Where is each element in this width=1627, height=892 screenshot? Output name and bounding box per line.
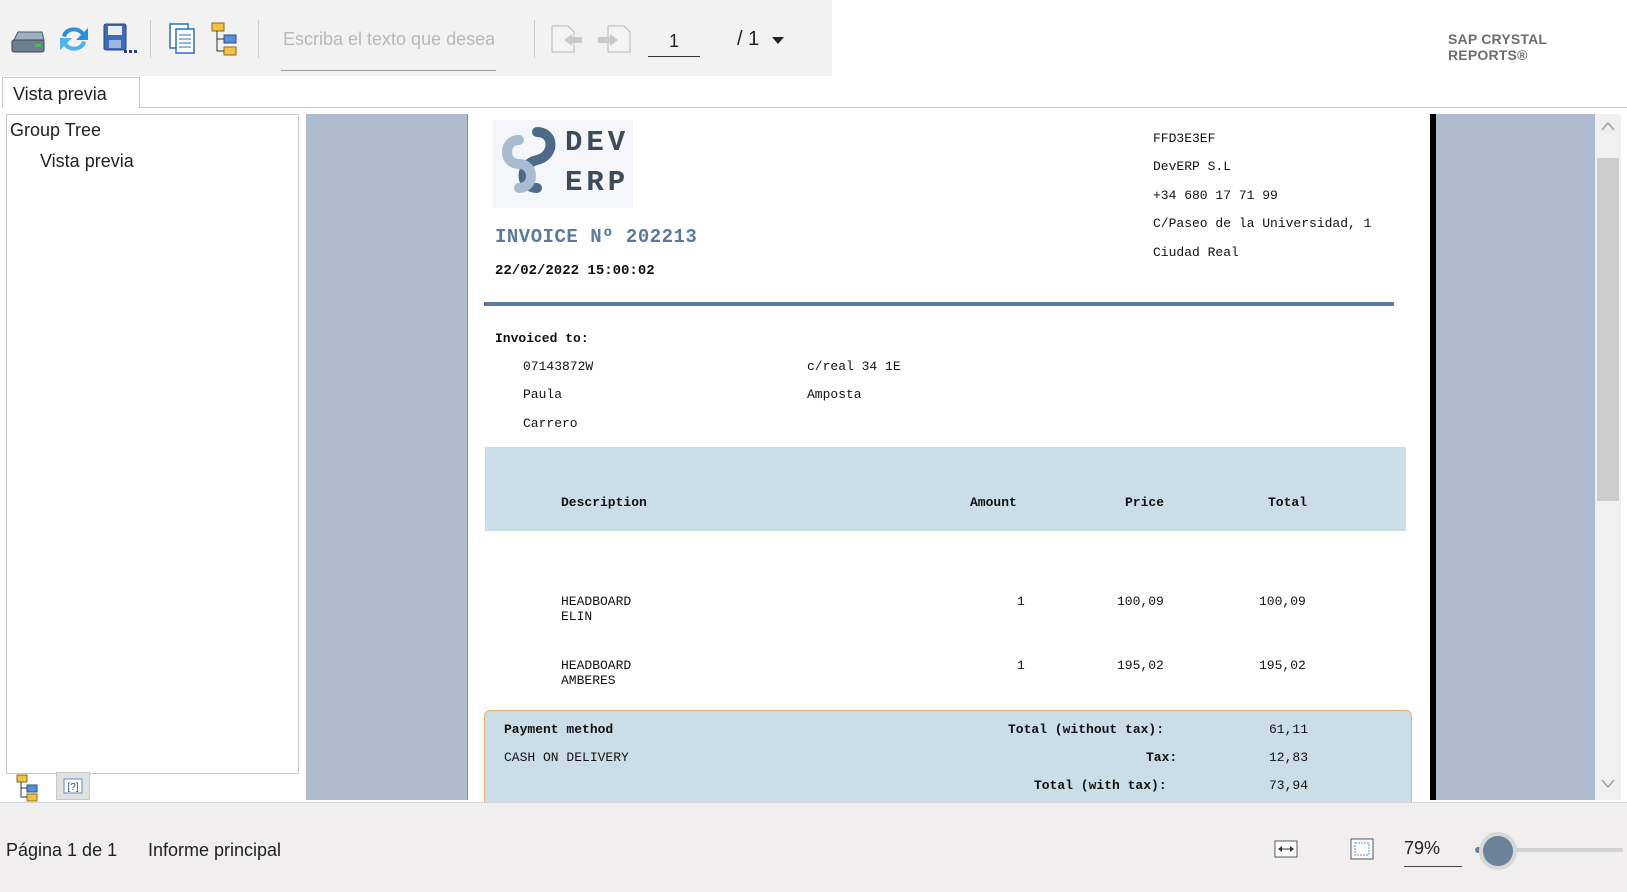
status-report-label: Informe principal [148,840,282,860]
group-tree-panel [6,114,299,774]
client-address: c/real 34 1E [807,359,901,374]
previous-page-icon[interactable] [548,18,588,58]
group-tree-icon[interactable] [208,18,248,58]
page-total-label: / 1 [737,28,760,50]
tax-label: Tax: [1146,750,1178,765]
scrollbar-thumb[interactable] [1597,158,1619,501]
invoiced-to-label: Invoiced to: [495,331,589,346]
client-city: Amposta [807,387,862,402]
toolbar-separator [150,20,151,58]
logo-text-erp: ERP [565,166,630,199]
toolbar-separator [258,20,259,58]
client-id: 07143872W [523,359,594,374]
fit-width-icon[interactable] [1274,839,1298,859]
column-description: Description [561,495,647,510]
refresh-icon[interactable] [54,18,94,58]
column-amount: Amount [970,495,1017,510]
column-price: Price [1125,495,1165,510]
client-last-name: Carrero [523,416,578,431]
status-page-label: Página 1 de 1 [6,840,118,860]
fit-page-icon[interactable] [1350,838,1374,860]
payment-method-value: CASH ON DELIVERY [504,750,629,765]
logo-mark-icon [502,127,556,193]
zoom-level-input[interactable]: 79% [1404,838,1462,867]
scroll-up-icon[interactable] [1597,118,1619,140]
copy-icon[interactable] [162,18,202,58]
payment-method-label: Payment method [504,722,614,737]
invoice-datetime: 22/02/2022 15:00:02 [495,263,655,279]
total-with-tax-label: Total (with tax): [1034,778,1167,793]
print-icon[interactable] [8,18,48,58]
line-total: 100,09 [1259,594,1306,609]
group-tree-toggle-icon[interactable] [14,772,46,804]
tax-value: 12,83 [1269,750,1309,765]
total-without-tax-value: 61,11 [1269,722,1309,737]
scroll-down-icon[interactable] [1597,776,1619,798]
total-with-tax-value: 73,94 [1269,778,1309,793]
zoom-slider-handle[interactable] [1479,832,1517,870]
parameter-panel-icon[interactable]: [?] [56,772,90,800]
page-number-input[interactable] [648,26,700,57]
company-code: FFD3E3EF [1153,131,1216,146]
devrp-logo: DEV ERP [493,120,633,208]
line-amount: 1 [1017,594,1025,609]
items-table-header [485,447,1406,531]
company-address: C/Paseo de la Universidad, 1 [1153,216,1372,231]
search-input[interactable] [281,8,496,71]
group-tree-title: Group Tree [10,120,102,140]
line-amount: 1 [1017,658,1025,673]
line-description: HEADBOARD AMBERES [561,658,632,688]
logo-text-dev: DEV [565,126,630,159]
toolbar-separator [534,20,535,58]
tab-divider [140,107,1627,108]
line-price: 100,09 [1117,594,1164,609]
total-without-tax-label: Total (without tax): [1008,722,1165,737]
line-total: 195,02 [1259,658,1306,673]
header-divider [484,302,1394,306]
column-total: Total [1268,495,1308,510]
next-page-icon[interactable] [594,18,634,58]
client-first-name: Paula [523,387,563,402]
svg-text:[?]: [?] [67,782,78,793]
company-name: DevERP S.L [1153,159,1232,174]
company-phone: +34 680 17 71 99 [1153,188,1278,203]
toolbar: / 1 [0,0,832,76]
page-edge [1430,114,1436,800]
line-description: HEADBOARD ELIN [561,594,632,624]
chevron-down-icon [771,37,784,44]
company-city: Ciudad Real [1153,245,1239,260]
group-tree-item[interactable]: Vista previa [40,151,134,172]
line-price: 195,02 [1117,658,1164,673]
invoice-title: INVOICE Nº 202213 [495,226,698,248]
page-total-dropdown[interactable]: / 1 [737,28,785,51]
tab-vista-previa[interactable]: Vista previa [2,77,140,108]
brand-logo: SAP CRYSTAL REPORTS® [1448,31,1547,63]
export-icon[interactable] [98,18,138,58]
